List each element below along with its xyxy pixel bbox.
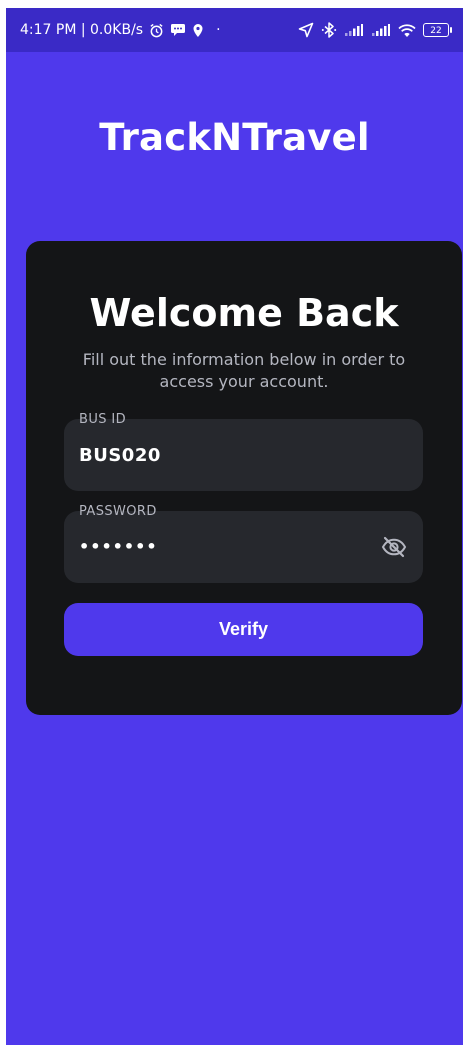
bus-id-field[interactable]: BUS ID BUS020 xyxy=(64,412,423,491)
location-pin-icon xyxy=(192,22,204,38)
bus-id-input[interactable]: BUS020 xyxy=(79,445,161,466)
login-card: Welcome Back Fill out the information be… xyxy=(26,241,462,715)
status-dot: · xyxy=(216,22,221,38)
status-bar: 4:17 PM | 0.0KB/s · 22 xyxy=(6,8,463,52)
signal-icon xyxy=(371,22,391,38)
message-icon xyxy=(170,22,186,38)
bus-id-label: BUS ID xyxy=(79,412,127,427)
status-left: 4:17 PM | 0.0KB/s · xyxy=(20,22,221,38)
battery-level: 22 xyxy=(430,25,442,36)
app-title: TrackNTravel xyxy=(99,116,370,159)
alarm-icon xyxy=(149,22,164,38)
status-right: 22 xyxy=(298,22,452,38)
wifi-icon xyxy=(398,22,416,38)
password-field[interactable]: PASSWORD ••••••• xyxy=(64,504,423,583)
status-time: 4:17 PM | 0.0KB/s xyxy=(20,22,144,38)
password-label: PASSWORD xyxy=(79,504,157,519)
navigation-icon xyxy=(298,22,314,38)
password-input[interactable]: ••••••• xyxy=(79,537,158,556)
bluetooth-icon xyxy=(321,22,337,38)
verify-button[interactable]: Verify xyxy=(64,603,423,656)
welcome-heading: Welcome Back xyxy=(89,291,399,335)
app-screen: 4:17 PM | 0.0KB/s · 22 TrackNTravel Welc… xyxy=(6,8,463,1045)
signal-icon xyxy=(344,22,364,38)
welcome-subtitle: Fill out the information below in order … xyxy=(82,350,406,391)
eye-off-icon[interactable] xyxy=(381,534,407,560)
battery-icon: 22 xyxy=(423,23,452,37)
